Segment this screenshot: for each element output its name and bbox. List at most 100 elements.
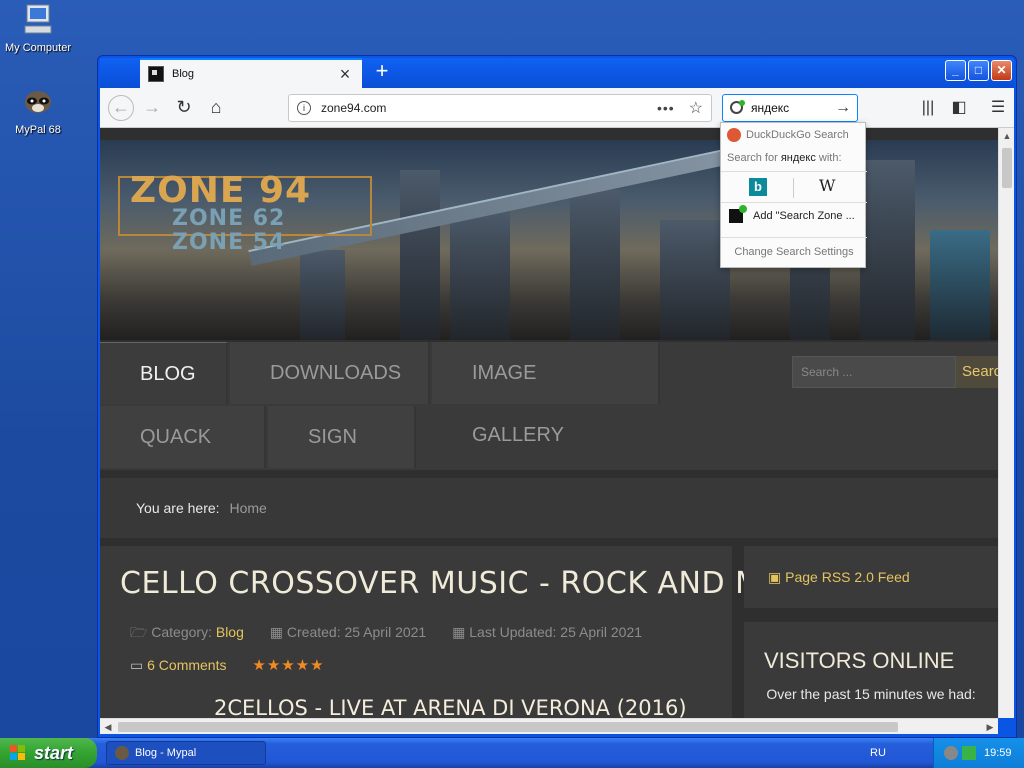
rating-stars[interactable]: ★★★★★ (252, 657, 324, 674)
calendar-icon: ▦ (452, 624, 466, 640)
windows-flag-icon (10, 745, 26, 761)
tab-blog[interactable]: Blog × (140, 58, 362, 88)
breadcrumb-label: You are here: (136, 500, 220, 516)
comments-link[interactable]: 6 Comments (147, 657, 226, 673)
horizontal-scrollbar[interactable]: ◀ ▶ (100, 718, 998, 734)
info-icon[interactable]: i (297, 101, 311, 115)
desktop-icon-my-computer[interactable]: My Computer (0, 2, 78, 54)
system-tray: 19:59 (933, 738, 1024, 768)
tab-close-icon[interactable]: × (336, 65, 354, 83)
page-actions-dots-icon[interactable]: ••• (657, 100, 675, 116)
desktop-icon-mypal[interactable]: MyPal 68 (0, 84, 78, 136)
clock[interactable]: 19:59 (984, 738, 1012, 768)
library-icon[interactable]: ||| (918, 98, 938, 118)
menu-item-downloads[interactable]: DOWNLOADS (230, 342, 430, 404)
search-bar[interactable]: яндекс → (722, 94, 858, 122)
start-button[interactable]: start (0, 738, 97, 768)
one-off-engines: b W (721, 171, 867, 203)
raccoon-icon (115, 746, 129, 760)
search-go-arrow-icon[interactable]: → (835, 99, 851, 117)
add-engine-label: Add "Search Zone ... (753, 210, 855, 222)
search-dropdown: DuckDuckGo Search Search for яндекс with… (720, 122, 867, 268)
taskbar-item-mypal[interactable]: Blog - Mypal (106, 741, 266, 765)
folder-icon: 🗁 (130, 624, 148, 640)
desktop-icon-label: MyPal 68 (15, 124, 61, 136)
site-favicon-icon (148, 66, 164, 82)
window-close-button[interactable]: ✕ (991, 60, 1012, 81)
current-engine[interactable]: DuckDuckGo Search (727, 128, 849, 142)
scroll-thumb[interactable] (118, 722, 898, 732)
search-for-prefix: Search for (727, 152, 778, 164)
hamburger-menu-icon[interactable]: ☰ (988, 98, 1008, 118)
breadcrumb-home[interactable]: Home (229, 500, 266, 516)
search-for-suffix: with: (818, 152, 842, 164)
site-search-input[interactable]: Search ... (792, 356, 956, 388)
window-controls: _ □ ✕ (945, 60, 1012, 81)
comment-icon: ▭ (130, 657, 144, 673)
back-arrow-icon[interactable]: ← (108, 95, 134, 121)
banner-building (930, 230, 990, 340)
add-search-engine[interactable]: Add "Search Zone ... (729, 205, 855, 223)
site-search-button[interactable]: Search (956, 356, 998, 388)
visitors-title: VISITORS ONLINE (764, 648, 955, 673)
menu-item-blog[interactable]: BLOG (100, 342, 228, 404)
security-icon[interactable] (962, 746, 976, 760)
rss-feed-module[interactable]: ▣ Page RSS 2.0 Feed (744, 546, 998, 608)
article-title[interactable]: CELLO CROSSOVER MUSIC - ROCK AND METAL (120, 566, 836, 601)
article: CELLO CROSSOVER MUSIC - ROCK AND METAL 🗁… (100, 546, 835, 718)
created-date: Created: 25 April 2021 (286, 624, 427, 640)
bookmark-star-icon[interactable]: ☆ (689, 98, 703, 118)
menu-item-sign-in[interactable]: SIGN IN (268, 406, 416, 510)
scroll-left-arrow-icon[interactable]: ◀ (100, 719, 116, 735)
taskbar-item-label: Blog - Mypal (135, 747, 197, 759)
banner-building (450, 210, 510, 340)
current-engine-label: DuckDuckGo Search (746, 129, 849, 141)
banner-building (860, 160, 915, 340)
url-text[interactable]: zone94.com (321, 101, 657, 115)
vertical-scrollbar[interactable]: ▲ (998, 128, 1014, 718)
language-indicator[interactable]: RU (870, 738, 886, 768)
banner-building (400, 170, 440, 340)
start-label: start (34, 743, 74, 763)
visitors-module: VISITORS ONLINE Over the past 15 minutes… (744, 622, 998, 718)
scroll-thumb[interactable] (1002, 148, 1012, 188)
computer-icon (24, 4, 52, 34)
breadcrumb: You are here: Home (100, 478, 998, 538)
menu-item-quack-it[interactable]: QUACK IT (100, 406, 266, 510)
site-logo[interactable]: ZONE 94 (130, 170, 311, 211)
duckduckgo-icon (727, 128, 741, 142)
search-for-label: Search for яндекс with: (727, 152, 842, 164)
category-label: Category: (151, 624, 212, 640)
desktop-icon-label: My Computer (4, 42, 72, 54)
new-tab-plus-icon[interactable]: + (370, 60, 394, 84)
forward-arrow-icon[interactable]: → (140, 96, 164, 120)
network-icon[interactable] (944, 746, 958, 760)
banner-building (570, 190, 620, 340)
reload-icon[interactable]: ↻ (172, 96, 196, 120)
menu-item-image-gallery[interactable]: IMAGE GALLERY (432, 342, 660, 446)
scroll-up-arrow-icon[interactable]: ▲ (999, 128, 1015, 144)
bing-icon[interactable]: b (749, 178, 767, 196)
search-engine-add-icon[interactable] (729, 100, 745, 116)
add-engine-icon (729, 205, 747, 223)
url-bar[interactable]: i zone94.com ••• ☆ (288, 94, 712, 122)
change-search-settings[interactable]: Change Search Settings (721, 237, 867, 267)
banner-building (300, 250, 345, 340)
home-icon[interactable]: ⌂ (204, 96, 228, 120)
rss-feed-link[interactable]: Page RSS 2.0 Feed (785, 569, 910, 585)
maximize-button[interactable]: □ (968, 60, 989, 81)
search-input[interactable]: яндекс (751, 101, 835, 115)
taskbar: start Blog - Mypal RU 19:59 (0, 738, 1024, 768)
rss-icon: ▣ (768, 569, 782, 585)
updated-date: Last Updated: 25 April 2021 (469, 624, 643, 640)
tab-strip: Blog × + _ □ ✕ (100, 58, 1014, 88)
logo-subtitle: ZONE 54 (172, 230, 286, 255)
comments-row: ▭ 6 Comments ★★★★★ (130, 656, 325, 674)
minimize-button[interactable]: _ (945, 60, 966, 81)
sidebar-icon[interactable]: ◧ (949, 98, 969, 118)
scroll-right-arrow-icon[interactable]: ▶ (982, 719, 998, 735)
wikipedia-icon[interactable]: W (819, 176, 835, 195)
article-meta: 🗁 Category: Blog ▦ Created: 25 April 202… (130, 622, 642, 646)
search-for-query: яндекс (780, 152, 816, 164)
category-link[interactable]: Blog (216, 624, 244, 640)
